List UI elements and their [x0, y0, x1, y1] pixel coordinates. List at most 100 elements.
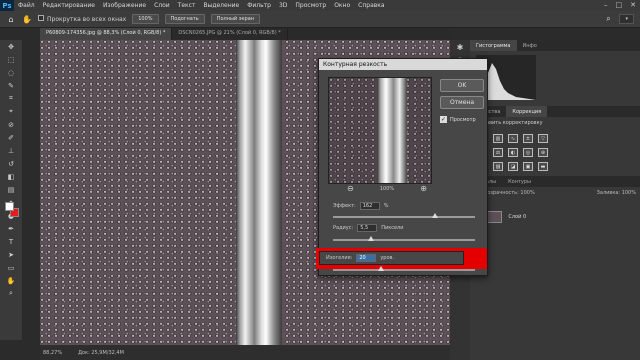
- amount-field[interactable]: 162: [359, 202, 380, 210]
- posterize-icon[interactable]: ▨: [493, 162, 503, 171]
- menu-view[interactable]: Просмотр: [291, 2, 330, 9]
- close-icon[interactable]: ✕: [630, 1, 636, 9]
- menu-filter[interactable]: Фильтр: [243, 2, 275, 9]
- levels-icon[interactable]: ▥: [493, 134, 503, 143]
- radius-slider-thumb[interactable]: [368, 236, 375, 241]
- threshold-unit: уров.: [380, 255, 395, 261]
- preview-zoom-percent: 100%: [379, 185, 395, 192]
- pen-tool-icon[interactable]: ✒: [0, 222, 22, 235]
- right-panels: Гистограмма Инфо Свойства Коррекция Доба…: [470, 40, 640, 360]
- menu-help[interactable]: Справка: [354, 2, 388, 9]
- dialog-preview[interactable]: [328, 77, 432, 184]
- search-icon[interactable]: ⌕: [603, 14, 613, 24]
- amount-slider-thumb[interactable]: [432, 213, 439, 218]
- home-icon[interactable]: ⌂: [6, 14, 16, 24]
- move-tool-icon[interactable]: ✥: [0, 40, 22, 53]
- radius-unit: Пиксели: [381, 225, 404, 231]
- preview-option[interactable]: ✓ Просмотр: [440, 116, 476, 123]
- brush-tool-icon[interactable]: ✐: [0, 131, 22, 144]
- minimize-icon[interactable]: –: [604, 1, 608, 9]
- layers-panel-tabs: Каналы Контуры: [470, 176, 640, 187]
- full-screen-button[interactable]: Полный экран: [210, 14, 261, 24]
- tools-options-icon[interactable]: ✱: [450, 40, 470, 54]
- unsharp-mask-dialog: Контурная резкость OK Отмена ✓ Просмотр …: [316, 58, 488, 276]
- adjustments-panel-tabs: Свойства Коррекция: [470, 106, 640, 117]
- threshold-highlight: Изогелия: 20 уров.: [316, 248, 487, 269]
- tab-info[interactable]: Инфо: [517, 40, 543, 51]
- ok-button[interactable]: OK: [440, 79, 484, 92]
- healing-brush-icon[interactable]: ⊘: [0, 118, 22, 131]
- zoom-100-button[interactable]: 100%: [132, 14, 159, 24]
- marquee-tool-icon[interactable]: ⬚: [0, 53, 22, 66]
- hand-tool-icon[interactable]: ✋: [22, 14, 32, 24]
- shape-tool-icon[interactable]: ▭: [0, 261, 22, 274]
- tab-second-document[interactable]: DSCN0265.JPG @ 21% (Слой 0, RGB/8) *: [172, 28, 288, 40]
- gradient-tool-icon[interactable]: ▤: [0, 183, 22, 196]
- exposure-icon[interactable]: ±: [523, 134, 533, 143]
- menu-file[interactable]: Файл: [14, 2, 39, 9]
- threshold-icon[interactable]: ◪: [508, 162, 518, 171]
- threshold-row: Изогелия: 20 уров.: [319, 251, 464, 265]
- amount-label: Эффект:: [333, 203, 356, 209]
- amount-unit: %: [383, 203, 389, 209]
- preview-checkbox[interactable]: ✓: [440, 116, 447, 123]
- fit-screen-button[interactable]: Подогнать: [164, 14, 205, 24]
- scroll-all-option[interactable]: Прокрутка во всех окнах: [38, 15, 126, 23]
- tab-paths[interactable]: Контуры: [502, 176, 537, 187]
- histogram-panel-tabs: Гистограмма Инфо: [470, 40, 640, 51]
- channel-mixer-icon[interactable]: ⊕: [538, 148, 548, 157]
- menu-bar: Ps Файл Редактирование Изображение Слои …: [0, 0, 640, 11]
- tab-active-document[interactable]: P60809-174356.jpg @ 88,3% (Слой 0, RGB/8…: [40, 28, 173, 40]
- threshold-label: Изогелия:: [326, 255, 353, 261]
- threshold-slider-thumb[interactable]: [378, 266, 385, 271]
- menu-type[interactable]: Текст: [174, 2, 200, 9]
- crop-tool-icon[interactable]: ⌗: [0, 92, 22, 105]
- zoom-tool-icon[interactable]: ⌕: [0, 287, 22, 300]
- tab-histogram[interactable]: Гистограмма: [470, 40, 517, 51]
- workspace-dropdown[interactable]: ▾: [619, 14, 634, 24]
- photo-filter-icon[interactable]: ◎: [523, 148, 533, 157]
- menu-3d[interactable]: 3D: [275, 2, 291, 9]
- menu-select[interactable]: Выделение: [199, 2, 243, 9]
- menu-window[interactable]: Окно: [330, 2, 354, 9]
- metal-pole: [236, 40, 282, 345]
- hand-tool-icon[interactable]: ✋: [0, 274, 22, 287]
- add-adjustment-label: Добавить корректировку: [476, 120, 543, 126]
- menu-edit[interactable]: Редактирование: [39, 2, 99, 9]
- lasso-tool-icon[interactable]: ◌: [0, 66, 22, 79]
- foreground-color-swatch[interactable]: [5, 202, 14, 211]
- radius-slider[interactable]: [333, 236, 475, 241]
- zoom-readout[interactable]: 88,27%: [43, 350, 62, 356]
- black-white-icon[interactable]: ◐: [508, 148, 518, 157]
- eyedropper-tool-icon[interactable]: ⌖: [0, 105, 22, 118]
- vibrance-icon[interactable]: ▽: [538, 134, 548, 143]
- radius-field[interactable]: 5,5: [357, 224, 378, 232]
- layer-row[interactable]: ◉ Слой 0: [474, 210, 636, 224]
- cancel-button[interactable]: Отмена: [440, 96, 484, 109]
- quick-select-tool-icon[interactable]: ✎: [0, 79, 22, 92]
- eraser-tool-icon[interactable]: ◧: [0, 170, 22, 183]
- scroll-all-checkbox[interactable]: [38, 15, 44, 21]
- document-size: Док: 25,9M/32,4M: [78, 349, 124, 356]
- amount-slider[interactable]: [333, 213, 475, 218]
- threshold-field[interactable]: 20: [356, 254, 377, 262]
- zoom-out-icon[interactable]: ⊖: [347, 184, 354, 193]
- maximize-icon[interactable]: □: [616, 1, 623, 9]
- amount-row: Эффект: 162 %: [333, 202, 389, 210]
- selective-color-icon[interactable]: ▣: [523, 162, 533, 171]
- threshold-slider[interactable]: [333, 266, 475, 271]
- zoom-in-icon[interactable]: ⊕: [420, 184, 427, 193]
- menu-layers[interactable]: Слои: [150, 2, 174, 9]
- fill-label[interactable]: Заливка: 100%: [597, 190, 636, 196]
- menu-image[interactable]: Изображение: [99, 2, 150, 9]
- tab-adjustments[interactable]: Коррекция: [506, 106, 548, 117]
- path-select-icon[interactable]: ➤: [0, 248, 22, 261]
- gradient-map-icon[interactable]: ▬: [538, 162, 548, 171]
- color-balance-icon[interactable]: ⚖: [493, 148, 503, 157]
- curves-icon[interactable]: ∿: [508, 134, 518, 143]
- type-tool-icon[interactable]: T: [0, 235, 22, 248]
- preview-zoom-row: ⊖ 100% ⊕: [347, 184, 427, 193]
- history-brush-icon[interactable]: ↺: [0, 157, 22, 170]
- clone-stamp-icon[interactable]: ⊥: [0, 144, 22, 157]
- tools-panel: ✥ ⬚ ◌ ✎ ⌗ ⌖ ⊘ ✐ ⊥ ↺ ◧ ▤ ◆ ● ✒ T ➤ ▭ ✋ ⌕: [0, 40, 22, 340]
